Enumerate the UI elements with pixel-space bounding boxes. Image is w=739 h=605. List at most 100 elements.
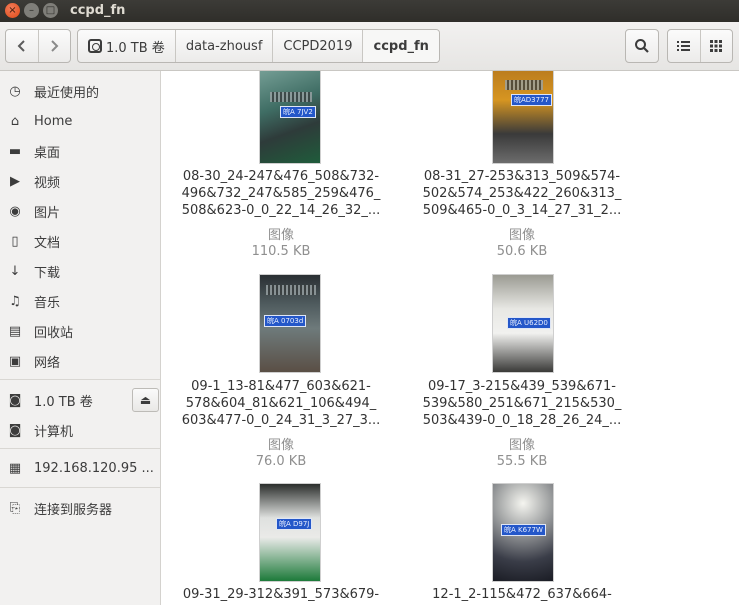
file-grid: 皖A 7JV2 08-30_24-247&476_508&732- 496&73… bbox=[161, 71, 739, 605]
breadcrumb-label: CCPD2019 bbox=[283, 38, 353, 54]
file-thumbnail: 皖A K677W bbox=[492, 483, 554, 582]
breadcrumb: 1.0 TB 卷 data-zhousf CCPD2019 ccpd_fn bbox=[77, 29, 440, 63]
breadcrumb-data-zhousf[interactable]: data-zhousf bbox=[176, 30, 274, 62]
breadcrumb-label: 1.0 TB 卷 bbox=[106, 40, 165, 56]
sidebar-item-label: 1.0 TB 卷 bbox=[34, 394, 93, 410]
file-name-line: 09-31_29-312&391_573&679- bbox=[182, 587, 380, 602]
download-icon: ↓ bbox=[9, 263, 21, 279]
server-icon: ▦ bbox=[8, 460, 22, 476]
sidebar-item-music[interactable]: ♫ 音乐 bbox=[0, 288, 160, 314]
file-name-line: 09-1_13-81&477_603&621- bbox=[191, 379, 371, 394]
grid-view-button[interactable] bbox=[699, 30, 733, 62]
chevron-left-icon bbox=[17, 40, 25, 52]
sidebar-item-desktop[interactable]: ▬ 桌面 bbox=[0, 138, 160, 164]
minimize-window-button[interactable]: – bbox=[24, 3, 39, 18]
navigation-group bbox=[5, 29, 71, 63]
file-name-line: 09-17_3-215&439_539&671- bbox=[428, 379, 616, 394]
list-view-icon bbox=[676, 41, 690, 51]
sidebar-item-label: 图片 bbox=[34, 205, 61, 221]
sidebar-item-label: 连接到服务器 bbox=[34, 502, 113, 518]
grid-view-icon bbox=[710, 40, 723, 52]
file-name-line: 578&604_81&621_106&494_ bbox=[185, 396, 377, 411]
breadcrumb-drive[interactable]: 1.0 TB 卷 bbox=[78, 30, 176, 62]
license-plate: 皖A U62D0 bbox=[507, 317, 551, 329]
sidebar-item-computer[interactable]: ◙ 计算机 bbox=[0, 417, 160, 443]
list-view-button[interactable] bbox=[668, 30, 700, 62]
sidebar-item-pictures[interactable]: ◉ 图片 bbox=[0, 198, 160, 224]
search-icon bbox=[635, 39, 649, 53]
sidebar-item-network[interactable]: ▣ 网络 bbox=[0, 348, 160, 374]
folder-icon: ▬ bbox=[8, 143, 22, 159]
sidebar-item-videos[interactable]: ▶ 视频 bbox=[0, 168, 160, 194]
sidebar-item-network-server[interactable]: ▦ 192.168.120.95 ... bbox=[0, 455, 160, 481]
license-plate: 皖A 7JV2 bbox=[280, 106, 316, 118]
file-type: 图像 bbox=[508, 438, 535, 453]
sidebar-divider bbox=[0, 487, 160, 488]
view-mode-group bbox=[667, 29, 733, 63]
sidebar-divider bbox=[0, 448, 160, 449]
file-thumbnail: 皖A 0703d bbox=[259, 274, 321, 373]
license-plate: 皖AD3777 bbox=[511, 94, 552, 106]
file-name-line: 496&732_247&585_259&476_ bbox=[181, 186, 381, 201]
file-item[interactable]: 皖AD3777 08-31_27-253&313_509&574- 502&57… bbox=[422, 71, 622, 271]
sidebar-item-label: 音乐 bbox=[34, 295, 61, 311]
sidebar-item-label: Home bbox=[34, 113, 73, 129]
chevron-right-icon bbox=[51, 40, 59, 52]
breadcrumb-ccpd-fn[interactable]: ccpd_fn bbox=[363, 30, 439, 62]
title-bar: × – □ ccpd_fn bbox=[0, 0, 739, 22]
sidebar-item-connect-server[interactable]: ⎘ 连接到服务器 bbox=[0, 495, 160, 521]
file-thumbnail: 皖A 7JV2 bbox=[259, 71, 321, 164]
sidebar-divider bbox=[0, 379, 160, 380]
sidebar-item-label: 下载 bbox=[34, 265, 61, 281]
eject-icon: ⏏ bbox=[139, 393, 152, 407]
license-plate: 皖A K677W bbox=[501, 524, 546, 536]
breadcrumb-ccpd2019[interactable]: CCPD2019 bbox=[273, 30, 364, 62]
file-name-line: 508&623-0_0_22_14_26_32_... bbox=[181, 203, 381, 218]
close-window-button[interactable]: × bbox=[5, 3, 20, 18]
sidebar-item-recent[interactable]: ◷ 最近使用的 bbox=[0, 78, 160, 104]
file-item[interactable]: 皖A D97J 09-31_29-312&391_573&679- bbox=[181, 483, 381, 605]
file-name-line: 539&580_251&671_215&530_ bbox=[422, 396, 622, 411]
file-name-line: 509&465-0_0_3_14_27_31_2... bbox=[422, 203, 622, 218]
back-button[interactable] bbox=[6, 30, 38, 62]
toolbar: 1.0 TB 卷 data-zhousf CCPD2019 ccpd_fn bbox=[0, 22, 739, 71]
sidebar-item-trash[interactable]: ▤ 回收站 bbox=[0, 318, 160, 344]
grille bbox=[505, 80, 543, 90]
search-button[interactable] bbox=[625, 29, 659, 63]
license-plate: 皖A D97J bbox=[276, 518, 313, 530]
file-size: 50.6 KB bbox=[496, 244, 548, 259]
sidebar-item-label: 文档 bbox=[34, 235, 61, 251]
document-icon: ▯ bbox=[11, 233, 19, 249]
file-item[interactable]: 皖A U62D0 09-17_3-215&439_539&671- 539&58… bbox=[422, 274, 622, 484]
file-type: 图像 bbox=[267, 228, 294, 243]
file-size: 55.5 KB bbox=[496, 454, 548, 469]
sidebar-item-downloads[interactable]: ↓ 下载 bbox=[0, 258, 160, 284]
sidebar-item-documents[interactable]: ▯ 文档 bbox=[0, 228, 160, 254]
maximize-window-button[interactable]: □ bbox=[43, 3, 58, 18]
file-name-line: 603&477-0_0_24_31_3_27_3... bbox=[181, 413, 381, 428]
sidebar-item-home[interactable]: ⌂ Home bbox=[0, 108, 160, 134]
breadcrumb-label: data-zhousf bbox=[185, 38, 263, 54]
grille bbox=[270, 92, 312, 102]
forward-button[interactable] bbox=[37, 30, 71, 62]
file-name-line: 12-1_2-115&472_637&664- bbox=[432, 587, 612, 602]
file-name-line: 503&439-0_0_18_28_26_24_... bbox=[422, 413, 622, 428]
connect-server-icon: ⎘ bbox=[9, 500, 21, 516]
sidebar-item-label: 视频 bbox=[34, 175, 61, 191]
breadcrumb-label: ccpd_fn bbox=[373, 38, 429, 54]
video-icon: ▶ bbox=[10, 173, 20, 189]
file-name-line: 08-31_27-253&313_509&574- bbox=[423, 169, 621, 184]
file-name-line: 08-30_24-247&476_508&732- bbox=[182, 169, 380, 184]
file-type: 图像 bbox=[508, 228, 535, 243]
file-item[interactable]: 皖A 0703d 09-1_13-81&477_603&621- 578&604… bbox=[181, 274, 381, 484]
file-item[interactable]: 皖A 7JV2 08-30_24-247&476_508&732- 496&73… bbox=[181, 71, 381, 271]
sidebar: ◷ 最近使用的 ⌂ Home ▬ 桌面 ▶ 视频 ◉ 图片 ▯ 文档 ↓ 下载 … bbox=[0, 71, 161, 605]
sidebar-item-label: 192.168.120.95 ... bbox=[34, 460, 154, 476]
grille bbox=[266, 285, 316, 295]
file-name-line: 502&574_253&422_260&313_ bbox=[422, 186, 622, 201]
file-item[interactable]: 皖A K677W 12-1_2-115&472_637&664- bbox=[422, 483, 622, 605]
eject-button[interactable]: ⏏ bbox=[132, 388, 159, 412]
license-plate: 皖A 0703d bbox=[264, 315, 307, 327]
music-icon: ♫ bbox=[9, 293, 21, 309]
file-size: 110.5 KB bbox=[251, 244, 311, 259]
